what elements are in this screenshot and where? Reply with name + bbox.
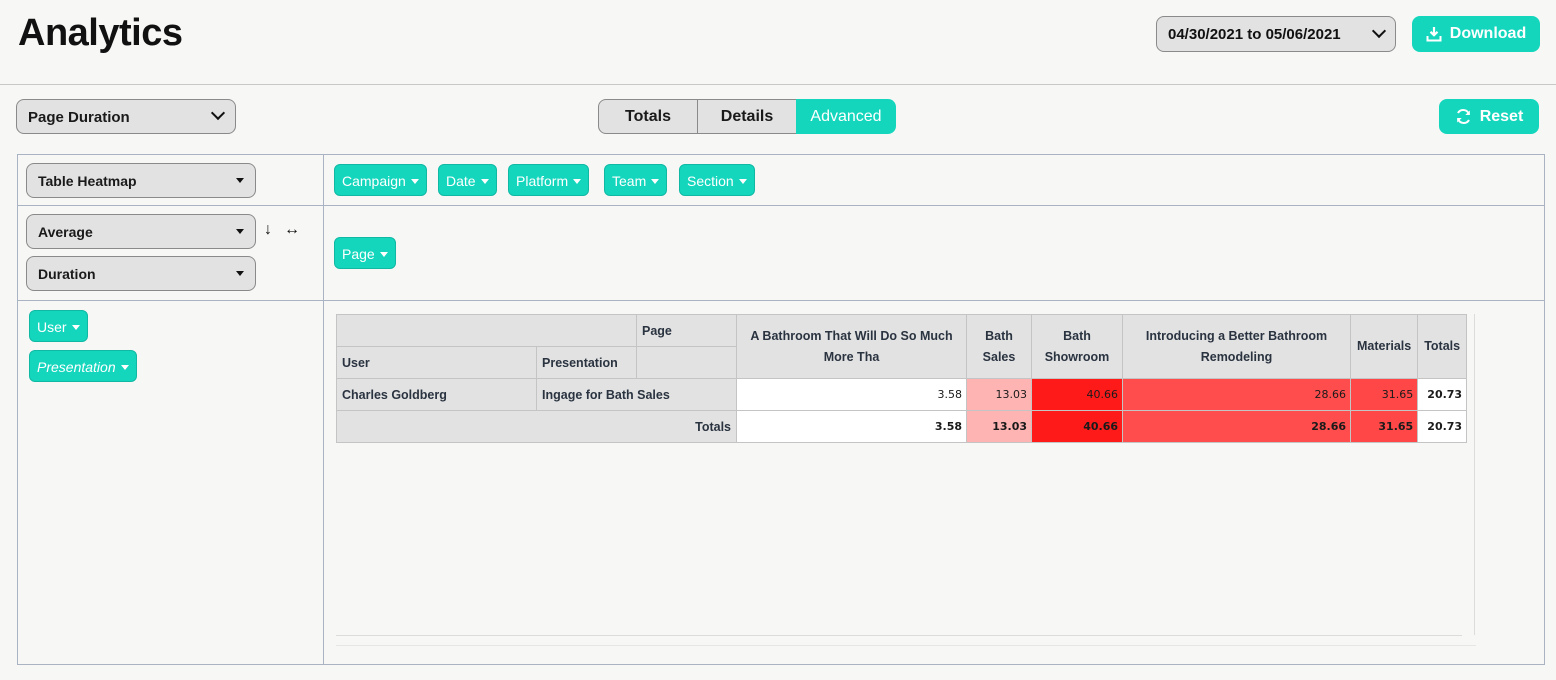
top-bar: Analytics 04/30/2021 to 05/06/2021 Downl…: [0, 0, 1556, 85]
chevron-down-icon: [210, 105, 226, 121]
row-sort-toggle[interactable]: ↓: [264, 221, 272, 239]
col-total-cell: 40.66: [1031, 410, 1123, 443]
attribute-pill-section[interactable]: Section: [679, 164, 755, 196]
caret-down-icon: [120, 365, 129, 370]
pill-label: Date: [446, 173, 476, 189]
col-header: A Bathroom That Will Do So Much More Tha: [736, 314, 967, 379]
aggregator-field-value: Duration: [38, 266, 96, 282]
heat-cell: 40.66: [1031, 378, 1123, 411]
download-label: Download: [1449, 25, 1527, 42]
caret-down-icon: [573, 179, 582, 184]
col-header: Bath Sales: [966, 314, 1032, 379]
view-tabs: Totals Details Advanced: [598, 99, 896, 134]
chevron-down-icon: [1371, 23, 1387, 39]
metric-value: Page Duration: [28, 109, 130, 126]
col-total-cell: 28.66: [1122, 410, 1351, 443]
pill-label: Presentation: [37, 359, 116, 375]
table-corner: [636, 346, 737, 379]
heat-cell: 28.66: [1122, 378, 1351, 411]
grand-total-cell: 20.73: [1417, 410, 1468, 443]
download-button[interactable]: Download: [1412, 16, 1540, 52]
row-attribute-pill-user[interactable]: User: [29, 310, 88, 342]
col-sort-toggle[interactable]: ↔: [284, 221, 300, 239]
tab-totals[interactable]: Totals: [598, 99, 698, 134]
caret-down-icon: [738, 179, 747, 184]
caret-down-icon: [410, 179, 419, 184]
attribute-pill-campaign[interactable]: Campaign: [334, 164, 427, 196]
caret-down-icon: [236, 271, 244, 276]
aggregator-value: Average: [38, 224, 93, 240]
caret-down-icon: [379, 252, 388, 257]
heatmap-table: Page A Bathroom That Will Do So Much Mor…: [336, 314, 1468, 443]
pivot-table-ui: Table Heatmap Average ↓ ↔ Duration Campa…: [17, 154, 1545, 665]
row-label-presentation: Ingage for Bath Sales: [536, 378, 737, 411]
attribute-pill-date[interactable]: Date: [438, 164, 497, 196]
totals-row: Totals 3.58 13.03 40.66 28.66 31.65 20.7…: [336, 410, 1468, 443]
heat-cell: 13.03: [966, 378, 1032, 411]
table-row: Charles Goldberg Ingage for Bath Sales 3…: [336, 378, 1468, 411]
date-range-select[interactable]: 04/30/2021 to 05/06/2021: [1156, 16, 1396, 52]
pill-label: User: [37, 319, 67, 335]
caret-down-icon: [651, 179, 660, 184]
scroll-region-edge: [1474, 314, 1475, 635]
pivot-output: Page A Bathroom That Will Do So Much Mor…: [336, 314, 1476, 639]
table-corner: [336, 314, 637, 347]
divider: [18, 300, 1544, 301]
pill-label: Page: [342, 246, 375, 262]
column-attribute-pill-page[interactable]: Page: [334, 237, 396, 269]
caret-down-icon: [480, 179, 489, 184]
pill-label: Section: [687, 173, 734, 189]
tab-details[interactable]: Details: [697, 99, 797, 134]
divider: [323, 155, 324, 664]
col-header: Materials: [1349, 314, 1419, 379]
row-label-user: Charles Goldberg: [336, 378, 537, 411]
reset-button[interactable]: Reset: [1439, 99, 1539, 134]
reset-label: Reset: [1479, 107, 1524, 125]
col-header: Bath Showroom: [1031, 314, 1123, 379]
col-header: Introducing a Better Bathroom Remodeling: [1122, 314, 1351, 379]
pill-label: Team: [612, 173, 647, 189]
renderer-value: Table Heatmap: [38, 173, 137, 189]
caret-down-icon: [71, 325, 80, 330]
divider: [18, 205, 1544, 206]
pill-label: Platform: [516, 173, 569, 189]
col-total-cell: 31.65: [1349, 410, 1419, 443]
row-attribute-pill-presentation[interactable]: Presentation: [29, 350, 137, 382]
tab-advanced[interactable]: Advanced: [796, 99, 896, 134]
totals-row-label: Totals: [336, 410, 737, 443]
caret-down-icon: [236, 178, 244, 183]
heat-cell: 31.65: [1349, 378, 1419, 411]
row-header-user: User: [336, 346, 537, 379]
col-attr-label: Page: [636, 314, 737, 347]
attribute-pill-platform[interactable]: Platform: [508, 164, 590, 196]
scroll-region-edge: [336, 635, 1462, 636]
col-total-cell: 13.03: [966, 410, 1032, 443]
aggregator-select[interactable]: Average: [26, 214, 256, 249]
row-header-presentation: Presentation: [536, 346, 637, 379]
pill-label: Campaign: [342, 173, 406, 189]
caret-down-icon: [236, 229, 244, 234]
download-icon: [1426, 27, 1442, 42]
date-range-value: 04/30/2021 to 05/06/2021: [1168, 26, 1341, 43]
totals-col-header: Totals: [1417, 314, 1468, 379]
page-title: Analytics: [18, 12, 183, 54]
aggregator-field-select[interactable]: Duration: [26, 256, 256, 291]
refresh-icon: [1456, 109, 1470, 124]
attribute-pill-team[interactable]: Team: [604, 164, 668, 196]
row-total-cell: 20.73: [1417, 378, 1468, 411]
metric-select[interactable]: Page Duration: [16, 99, 236, 134]
col-total-cell: 3.58: [736, 410, 967, 443]
renderer-select[interactable]: Table Heatmap: [26, 163, 256, 198]
scrollbar-track[interactable]: [336, 645, 1476, 646]
heat-cell: 3.58: [736, 378, 967, 411]
